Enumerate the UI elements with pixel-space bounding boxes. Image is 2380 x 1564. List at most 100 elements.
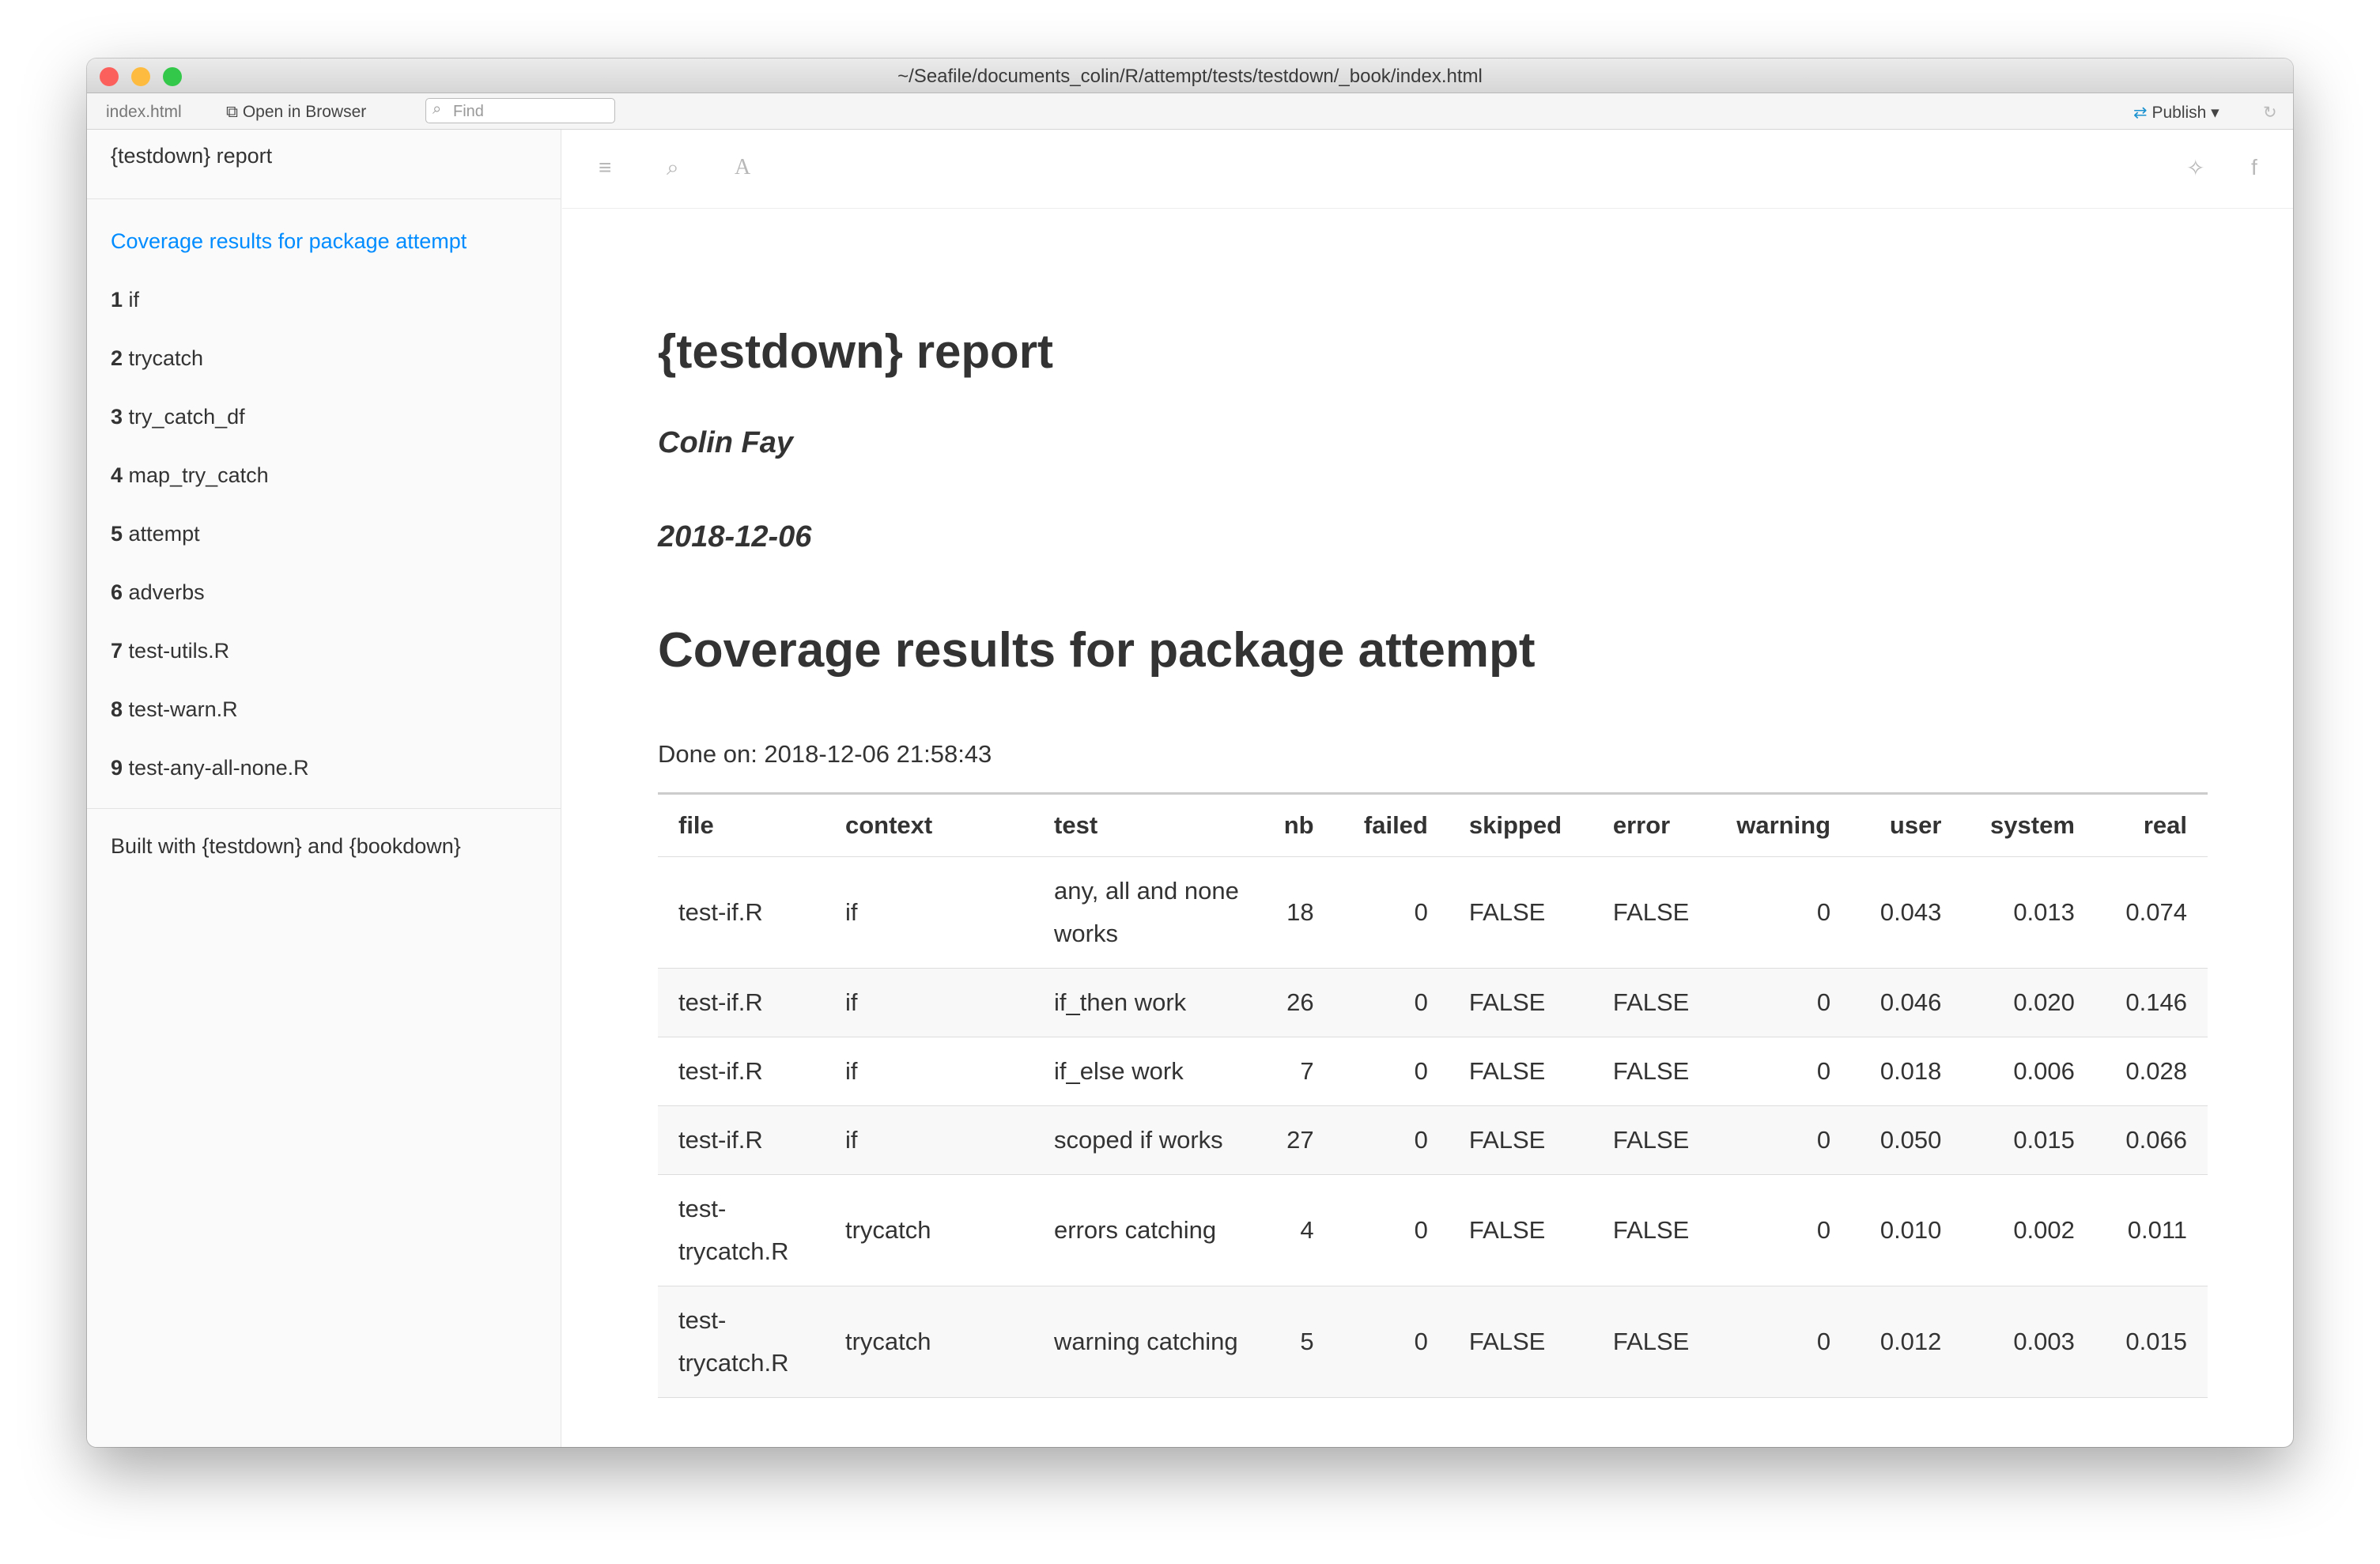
sidebar: {testdown} report Coverage results for p… <box>87 130 561 1447</box>
col-header-file[interactable]: file <box>658 793 825 857</box>
table-cell: warning catching <box>1033 1286 1264 1398</box>
table-cell: trycatch <box>824 1286 1034 1398</box>
table-cell: 26 <box>1263 968 1335 1037</box>
table-cell: scoped if works <box>1033 1105 1264 1175</box>
sidebar-item-try-catch-df[interactable]: 3 try_catch_df <box>87 387 561 446</box>
table-cell: 0.002 <box>1962 1174 2095 1286</box>
table-body: test-if.R if any, all and none works 18 0 FAL… <box>658 856 2208 1398</box>
table-cell: test-if.R <box>658 856 825 969</box>
table-cell: 0.010 <box>1851 1174 1963 1286</box>
table-cell: if <box>824 856 1034 969</box>
table-cell: 0.074 <box>2095 856 2208 969</box>
col-header-nb[interactable]: nb <box>1263 793 1335 857</box>
app-window: ~/Seafile/documents_colin/R/attempt/test… <box>87 59 2293 1447</box>
table-cell: test-trycatch.R <box>658 1286 825 1398</box>
sidebar-item-attempt[interactable]: 5 attempt <box>87 504 561 563</box>
table-cell: 0 <box>1334 968 1449 1037</box>
sidebar-item-coverage[interactable]: Coverage results for package attempt <box>87 212 561 270</box>
sidebar-item-test-utils-r[interactable]: 7 test-utils.R <box>87 621 561 680</box>
col-header-test[interactable]: test <box>1033 793 1264 857</box>
table-cell: 0.003 <box>1962 1286 2095 1398</box>
table-cell: FALSE <box>1448 856 1592 969</box>
table-row: test-if.R if scoped if works 27 0 FALSE FALSE 0… <box>658 1105 2208 1175</box>
table-cell: 0 <box>1334 856 1449 969</box>
table-row: test-if.R if if_else work 7 0 FALSE FALSE 0 0.01… <box>658 1037 2208 1106</box>
table-cell: FALSE <box>1448 1174 1592 1286</box>
table-cell: FALSE <box>1592 968 1710 1037</box>
done-on-text: Done on: 2018-12-06 21:58:43 <box>658 740 992 768</box>
table-cell: FALSE <box>1448 1286 1592 1398</box>
col-header-context[interactable]: context <box>824 793 1034 857</box>
table-cell: test-trycatch.R <box>658 1174 825 1286</box>
facebook-icon[interactable]: f <box>2251 155 2257 180</box>
sidebar-item-if[interactable]: 1 if <box>87 270 561 329</box>
table-cell: 0.020 <box>1962 968 2095 1037</box>
table-cell: test-if.R <box>658 968 825 1037</box>
table-header-row: file context test nb failed skipped error warni… <box>658 793 2208 857</box>
table-cell: if <box>824 968 1034 1037</box>
title-bar: ~/Seafile/documents_colin/R/attempt/test… <box>87 59 2293 93</box>
search-icon[interactable]: ⌕ <box>667 155 679 181</box>
table-cell: trycatch <box>824 1174 1034 1286</box>
author: Colin Fay <box>658 426 794 459</box>
col-header-user[interactable]: user <box>1851 793 1963 857</box>
col-header-skipped[interactable]: skipped <box>1448 793 1592 857</box>
menu-icon[interactable]: ≡ <box>599 155 611 180</box>
find-input[interactable]: ⌕ Find <box>425 98 615 123</box>
table-cell: FALSE <box>1592 1105 1710 1175</box>
search-icon: ⌕ <box>433 100 442 118</box>
table-cell: 0.018 <box>1851 1037 1963 1106</box>
table-cell: 0.013 <box>1962 856 2095 969</box>
col-header-real[interactable]: real <box>2095 793 2208 857</box>
publish-button[interactable]: ⇄ Publish ▾ <box>2133 103 2219 123</box>
table-cell: 0 <box>1709 1286 1852 1398</box>
table-cell: 0 <box>1709 1105 1852 1175</box>
date: 2018-12-06 <box>658 520 812 553</box>
sidebar-item-adverbs[interactable]: 6 adverbs <box>87 563 561 621</box>
table-cell: 0 <box>1334 1286 1449 1398</box>
table-cell: FALSE <box>1592 1174 1710 1286</box>
table-cell: 7 <box>1263 1037 1335 1106</box>
twitter-icon[interactable]: ✧ <box>2186 155 2204 181</box>
table-row: test-trycatch.R trycatch warning catching 5… <box>658 1286 2208 1398</box>
table-cell: 4 <box>1263 1174 1335 1286</box>
table-cell: 0.015 <box>1962 1105 2095 1175</box>
sidebar-item-trycatch[interactable]: 2 trycatch <box>87 329 561 387</box>
table-cell: if <box>824 1105 1034 1175</box>
table-cell: 0.050 <box>1851 1105 1963 1175</box>
table-cell: 0.011 <box>2095 1174 2208 1286</box>
table-cell: FALSE <box>1592 856 1710 969</box>
refresh-icon[interactable]: ↻ <box>2263 103 2277 123</box>
publish-icon: ⇄ <box>2133 104 2148 122</box>
window-icon: ⧉ <box>226 103 238 121</box>
table-cell: 0 <box>1709 856 1852 969</box>
open-in-browser-button[interactable]: ⧉ Open in Browser <box>226 103 366 122</box>
col-header-warning[interactable]: warning <box>1709 793 1852 857</box>
table-row: test-trycatch.R trycatch errors catching 4 0… <box>658 1174 2208 1286</box>
col-header-system[interactable]: system <box>1962 793 2095 857</box>
table-cell: 0.146 <box>2095 968 2208 1037</box>
table-cell: 0 <box>1709 1174 1852 1286</box>
font-settings-icon[interactable]: A <box>735 155 750 180</box>
col-header-failed[interactable]: failed <box>1334 793 1449 857</box>
col-header-error[interactable]: error <box>1592 793 1710 857</box>
table-cell: if <box>824 1037 1034 1106</box>
table-cell: FALSE <box>1448 1037 1592 1106</box>
main-content: ≡ ⌕ A ✧ f ∴ › {testdown} report Colin Fa… <box>562 130 2293 1447</box>
file-tab[interactable]: index.html <box>106 103 182 122</box>
sidebar-item-test-warn-r[interactable]: 8 test-warn.R <box>87 680 561 739</box>
results-table: file context test nb failed skipped error warni… <box>658 792 2208 1398</box>
sidebar-item-map-try-catch[interactable]: 4 map_try_catch <box>87 446 561 504</box>
sidebar-footer[interactable]: Built with {testdown} and {bookdown} <box>87 808 561 859</box>
sidebar-item-test-any-all-none-r[interactable]: 9 test-any-all-none.R <box>87 739 561 797</box>
table-cell: if_then work <box>1033 968 1264 1037</box>
table-cell: FALSE <box>1592 1037 1710 1106</box>
table-row: test-if.R if any, all and none works 18 0 FAL… <box>658 856 2208 969</box>
table-cell: 0 <box>1334 1174 1449 1286</box>
table-cell: 0.012 <box>1851 1286 1963 1398</box>
viewer-toolbar: index.html ⧉ Open in Browser ⌕ Find ⇄ Pub… <box>87 93 2293 130</box>
table-cell: 0 <box>1709 1037 1852 1106</box>
page-title: {testdown} report <box>658 325 1054 378</box>
table-cell: any, all and none works <box>1033 856 1264 969</box>
sidebar-title[interactable]: {testdown} report <box>87 130 561 199</box>
